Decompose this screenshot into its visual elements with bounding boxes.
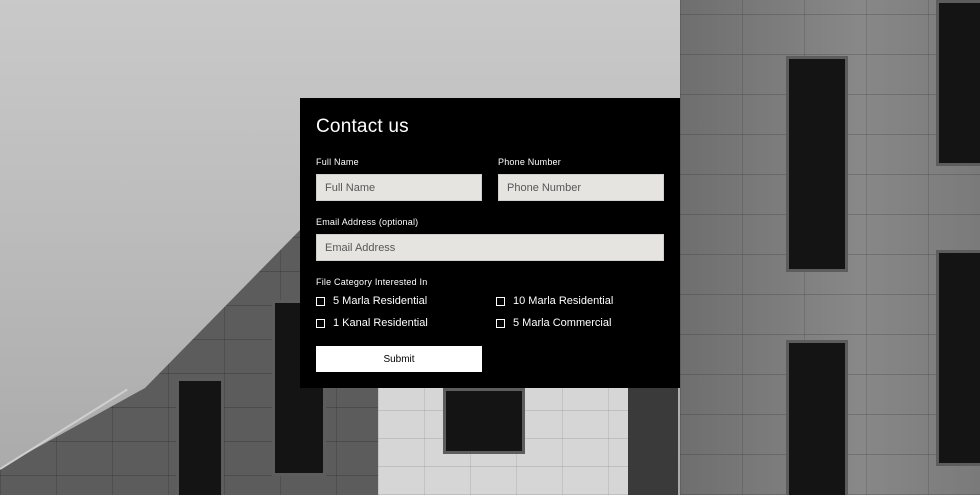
phone-number-label: Phone Number bbox=[498, 157, 561, 167]
checkbox[interactable] bbox=[316, 296, 325, 306]
category-option-5-marla-residential[interactable]: 5 Marla Residential bbox=[316, 295, 427, 307]
middle-building-shadow bbox=[628, 388, 678, 495]
form-title: Contact us bbox=[316, 116, 409, 137]
email-address-input[interactable] bbox=[316, 234, 664, 261]
email-address-label: Email Address (optional) bbox=[316, 217, 419, 227]
full-name-label: Full Name bbox=[316, 157, 359, 167]
checkbox[interactable] bbox=[496, 318, 505, 328]
checkbox-label: 1 Kanal Residential bbox=[333, 317, 428, 329]
building-window bbox=[443, 388, 525, 454]
right-building bbox=[680, 0, 980, 495]
contact-form-panel: Contact us Full Name Phone Number Email … bbox=[300, 98, 680, 388]
checkbox-label: 5 Marla Residential bbox=[333, 295, 428, 307]
building-window bbox=[786, 340, 848, 495]
building-window bbox=[936, 0, 980, 166]
category-option-1-kanal-residential[interactable]: 1 Kanal Residential bbox=[316, 317, 428, 329]
checkbox-label: 10 Marla Residential bbox=[513, 295, 614, 307]
full-name-input[interactable] bbox=[316, 174, 482, 201]
building-window bbox=[936, 250, 980, 466]
checkbox[interactable] bbox=[316, 318, 325, 328]
phone-number-input[interactable] bbox=[498, 174, 664, 201]
building-window bbox=[176, 378, 224, 495]
file-category-label: File Category Interested In bbox=[316, 277, 428, 287]
building-window bbox=[786, 56, 848, 272]
category-option-5-marla-commercial[interactable]: 5 Marla Commercial bbox=[496, 317, 611, 329]
checkbox[interactable] bbox=[496, 296, 505, 306]
checkbox-label: 5 Marla Commercial bbox=[513, 317, 612, 329]
category-option-10-marla-residential[interactable]: 10 Marla Residential bbox=[496, 295, 613, 307]
submit-button[interactable]: Submit bbox=[316, 346, 482, 372]
